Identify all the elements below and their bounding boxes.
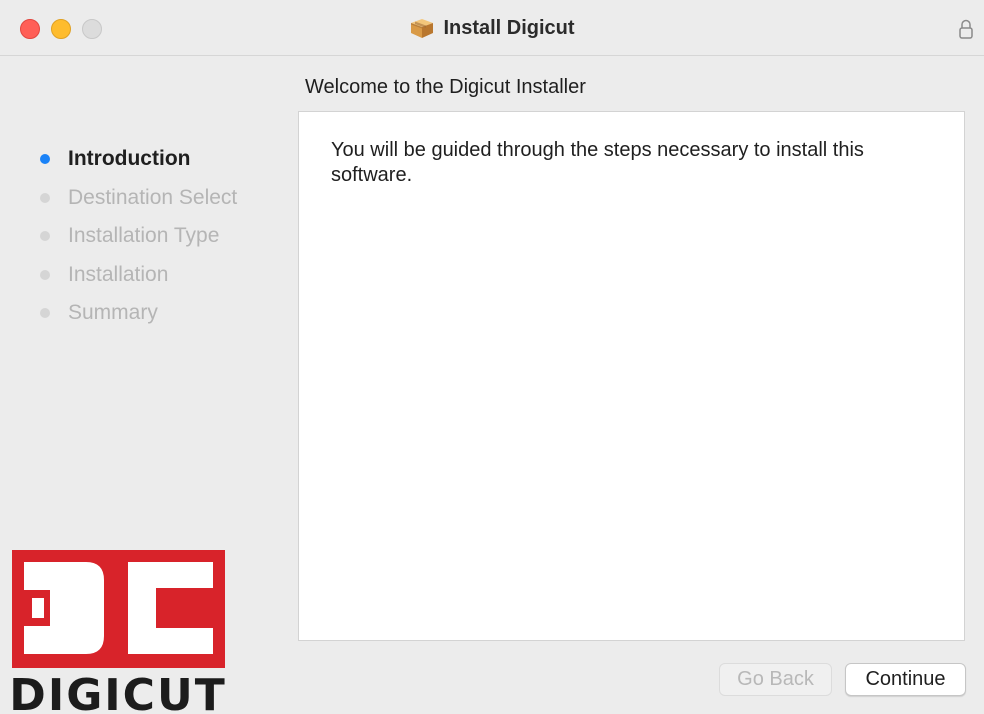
go-back-button[interactable]: Go Back [719,663,832,696]
step-destination-select: Destination Select [36,182,237,221]
step-installation: Installation [36,259,237,298]
content-panel: You will be guided through the steps nec… [298,111,965,641]
package-icon [411,19,434,38]
window-title: Install Digicut [0,0,984,56]
step-label: Destination Select [68,185,238,209]
step-bullet-icon [40,154,50,164]
step-installation-type: Installation Type [36,220,237,259]
logo-wordmark: DIGICUT [10,670,226,714]
step-summary: Summary [36,297,237,336]
step-label: Summary [68,301,158,324]
step-bullet-icon [40,192,50,203]
step-bullet-icon [40,269,50,280]
lock-icon[interactable] [958,18,974,40]
page-heading: Welcome to the Digicut Installer [305,76,586,98]
step-label: Installation [68,262,169,286]
step-bullet-icon [40,308,50,318]
title-bar: Install Digicut [0,0,984,56]
step-bullet-icon [40,231,50,241]
digicut-logo: DIGICUT [10,550,226,714]
step-label: Installation Type [68,224,220,247]
window-title-text: Install Digicut [443,16,575,39]
intro-text: You will be guided through the steps nec… [331,139,864,186]
step-introduction: Introduction [36,143,237,182]
continue-button[interactable]: Continue [845,663,966,696]
steps-sidebar: Introduction Destination Select Installa… [36,143,237,336]
step-label: Introduction [68,147,191,170]
